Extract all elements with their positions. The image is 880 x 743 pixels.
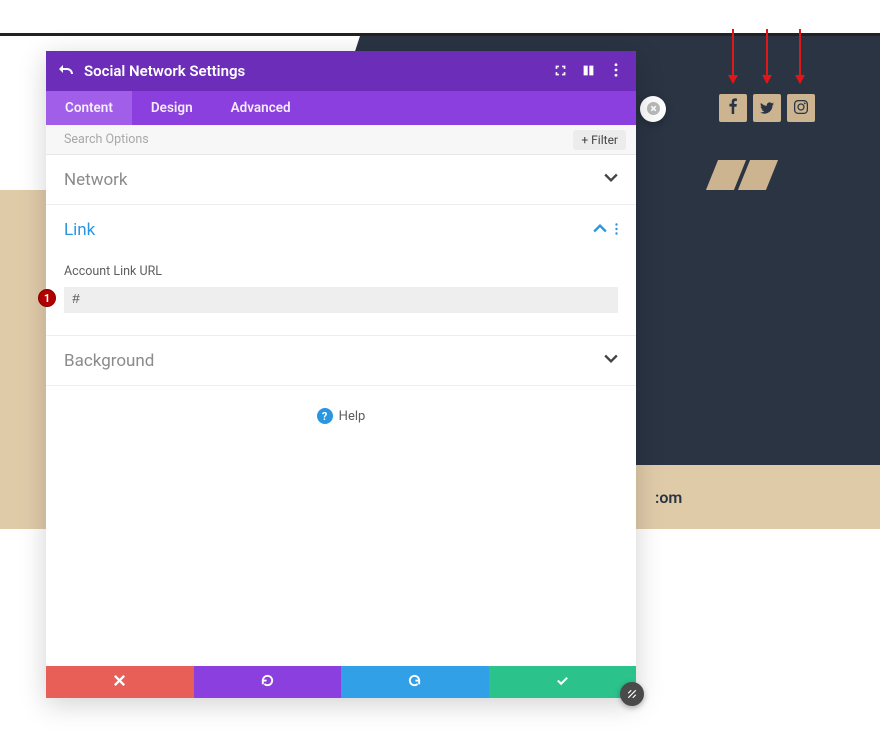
annotation-arrow-twitter — [766, 29, 768, 83]
facebook-button[interactable] — [719, 94, 747, 122]
annotation-badge-1: 1 — [38, 289, 56, 307]
back-button[interactable] — [58, 63, 74, 79]
section-link-title: Link — [64, 220, 95, 240]
close-icon — [647, 100, 660, 119]
chevron-up-icon — [593, 219, 607, 240]
twitter-icon — [760, 99, 774, 118]
save-button[interactable] — [489, 666, 637, 698]
section-link[interactable]: Link — [46, 205, 636, 254]
tab-content[interactable]: Content — [46, 91, 132, 125]
background-tan-left — [0, 190, 50, 465]
modal-title: Social Network Settings — [84, 62, 245, 80]
tab-design[interactable]: Design — [132, 91, 212, 125]
social-icons-row — [719, 94, 815, 122]
settings-modal: Social Network Settings Content Design — [46, 51, 636, 698]
section-background-title: Background — [64, 351, 154, 371]
help-label: Help — [339, 409, 366, 424]
account-link-url-input[interactable] — [64, 287, 618, 313]
undo-icon — [260, 673, 275, 692]
modal-close-button-outer[interactable] — [640, 96, 666, 122]
plus-icon: + — [581, 133, 588, 147]
twitter-button[interactable] — [753, 94, 781, 122]
modal-header: Social Network Settings — [46, 51, 636, 91]
check-icon — [555, 673, 570, 692]
chevron-down-icon — [604, 169, 618, 190]
footer-email-fragment: :om — [655, 488, 682, 507]
filter-label: Filter — [591, 133, 618, 147]
expand-button[interactable] — [552, 63, 568, 79]
instagram-button[interactable] — [787, 94, 815, 122]
kebab-icon — [614, 62, 618, 81]
quote-decoration — [712, 160, 772, 190]
undo-arrow-icon — [58, 61, 74, 81]
expand-icon — [554, 62, 567, 81]
instagram-icon — [794, 99, 808, 118]
search-row: Search Options + Filter — [46, 125, 636, 155]
facebook-icon — [728, 98, 738, 118]
undo-button[interactable] — [194, 666, 342, 698]
redo-button[interactable] — [341, 666, 489, 698]
tabs-row: Content Design Advanced — [46, 91, 636, 125]
tab-advanced[interactable]: Advanced — [212, 91, 310, 125]
action-bar — [46, 666, 636, 698]
section-network[interactable]: Network — [46, 155, 636, 205]
help-icon: ? — [317, 408, 333, 424]
section-link-options[interactable] — [615, 220, 618, 239]
redo-icon — [407, 673, 422, 692]
filter-button[interactable]: + Filter — [573, 130, 626, 150]
search-input[interactable]: Search Options — [64, 132, 149, 147]
resize-diagonal-icon — [626, 685, 638, 704]
close-icon — [112, 673, 127, 692]
section-background[interactable]: Background — [46, 336, 636, 386]
columns-icon — [582, 62, 595, 81]
resize-handle[interactable] — [620, 682, 644, 706]
section-link-body: Account Link URL 1 — [46, 254, 636, 336]
annotation-arrow-instagram — [799, 29, 801, 83]
more-options-button[interactable] — [608, 63, 624, 79]
account-link-url-label: Account Link URL — [64, 264, 618, 279]
annotation-arrow-facebook — [732, 29, 734, 83]
split-view-button[interactable] — [580, 63, 596, 79]
cancel-button[interactable] — [46, 666, 194, 698]
help-row[interactable]: ? Help — [46, 386, 636, 446]
section-network-title: Network — [64, 170, 128, 190]
kebab-icon — [615, 220, 618, 239]
chevron-down-icon — [604, 350, 618, 371]
